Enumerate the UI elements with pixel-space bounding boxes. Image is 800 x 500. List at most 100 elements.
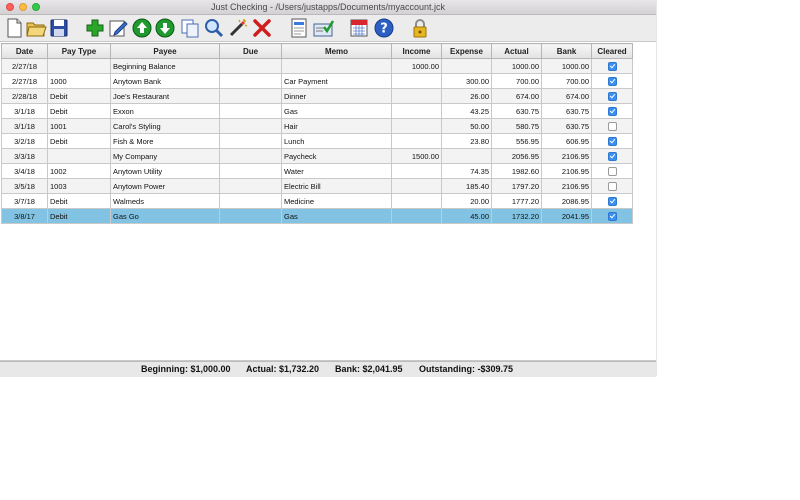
column-header-pay-type[interactable]: Pay Type — [47, 43, 111, 59]
reconcile-button[interactable] — [312, 17, 334, 39]
cell-memo[interactable]: Car Payment — [281, 73, 392, 89]
cell-income[interactable] — [391, 88, 442, 104]
cell-memo[interactable]: Water — [281, 163, 392, 179]
cell-bank[interactable]: 700.00 — [541, 73, 592, 89]
cell-date[interactable]: 3/2/18 — [1, 133, 48, 149]
cell-bank[interactable]: 2106.95 — [541, 163, 592, 179]
column-header-payee[interactable]: Payee — [110, 43, 220, 59]
cleared-checkbox[interactable] — [607, 61, 617, 71]
move-down-button[interactable] — [154, 17, 176, 39]
cell-income[interactable] — [391, 103, 442, 119]
cell-date[interactable]: 3/4/18 — [1, 163, 48, 179]
cell-payee[interactable]: Anytown Bank — [110, 73, 220, 89]
edit-transaction-button[interactable] — [107, 17, 129, 39]
column-header-due[interactable]: Due — [219, 43, 282, 59]
cell-paytype[interactable]: Debit — [47, 133, 111, 149]
calendar-button[interactable] — [348, 17, 370, 39]
table-row[interactable]: 3/1/18 1001 Carol's Styling Hair 50.00 580.75… — [1, 118, 633, 134]
cell-expense[interactable]: 26.00 — [441, 88, 492, 104]
cell-income[interactable] — [391, 133, 442, 149]
table-row[interactable]: 2/27/18 1000 Anytown Bank Car Payment 300.00… — [1, 73, 633, 89]
column-header-income[interactable]: Income — [391, 43, 442, 59]
cell-payee[interactable]: Beginning Balance — [110, 58, 220, 74]
cell-payee[interactable]: Anytown Power — [110, 178, 220, 194]
cell-bank[interactable]: 2086.95 — [541, 193, 592, 209]
cell-bank[interactable]: 630.75 — [541, 103, 592, 119]
cell-bank[interactable]: 630.75 — [541, 118, 592, 134]
cell-paytype[interactable]: 1003 — [47, 178, 111, 194]
cleared-checkbox[interactable] — [607, 106, 617, 116]
cell-payee[interactable]: Anytown Utility — [110, 163, 220, 179]
cell-paytype[interactable] — [47, 58, 111, 74]
cell-expense[interactable]: 74.35 — [441, 163, 492, 179]
cell-bank[interactable]: 2041.95 — [541, 208, 592, 224]
cell-date[interactable]: 2/27/18 — [1, 73, 48, 89]
cell-actual[interactable]: 1000.00 — [491, 58, 542, 74]
title-bar[interactable]: Just Checking - /Users/justapps/Document… — [0, 0, 656, 15]
cell-payee[interactable]: Walmeds — [110, 193, 220, 209]
close-window-button[interactable] — [6, 3, 14, 11]
cleared-checkbox[interactable] — [607, 76, 617, 86]
cell-bank[interactable]: 2106.95 — [541, 148, 592, 164]
table-row[interactable]: 3/1/18 Debit Exxon Gas 43.25 630.75 630.75 — [1, 103, 633, 119]
copy-button[interactable] — [179, 17, 201, 39]
minimize-window-button[interactable] — [19, 3, 27, 11]
cleared-checkbox[interactable] — [607, 211, 617, 221]
cell-actual[interactable]: 1777.20 — [491, 193, 542, 209]
cell-bank[interactable]: 2106.95 — [541, 178, 592, 194]
cleared-checkbox[interactable] — [607, 181, 617, 191]
cell-memo[interactable]: Gas — [281, 208, 392, 224]
cell-income[interactable]: 1000.00 — [391, 58, 442, 74]
magic-wand-button[interactable] — [227, 17, 249, 39]
cell-paytype[interactable]: 1000 — [47, 73, 111, 89]
table-row[interactable]: 2/28/18 Debit Joe's Restaurant Dinner 26.00 6… — [1, 88, 633, 104]
cell-paytype[interactable]: 1001 — [47, 118, 111, 134]
cell-income[interactable] — [391, 118, 442, 134]
cell-expense[interactable]: 45.00 — [441, 208, 492, 224]
cell-expense[interactable]: 185.40 — [441, 178, 492, 194]
cell-memo[interactable]: Paycheck — [281, 148, 392, 164]
cell-actual[interactable]: 556.95 — [491, 133, 542, 149]
open-folder-button[interactable] — [25, 17, 47, 39]
cell-memo[interactable]: Dinner — [281, 88, 392, 104]
cell-date[interactable]: 3/5/18 — [1, 178, 48, 194]
cell-paytype[interactable] — [47, 148, 111, 164]
cell-paytype[interactable]: Debit — [47, 88, 111, 104]
cell-due[interactable] — [219, 118, 282, 134]
cell-due[interactable] — [219, 88, 282, 104]
column-header-cleared[interactable]: Cleared — [591, 43, 633, 59]
find-button[interactable] — [203, 17, 225, 39]
cell-income[interactable] — [391, 208, 442, 224]
cell-payee[interactable]: Fish & More — [110, 133, 220, 149]
cell-payee[interactable]: Exxon — [110, 103, 220, 119]
add-transaction-button[interactable] — [84, 17, 106, 39]
cleared-checkbox[interactable] — [607, 121, 617, 131]
table-row[interactable]: 2/27/18 Beginning Balance 1000.00 1000.00 10… — [1, 58, 633, 74]
cell-memo[interactable]: Lunch — [281, 133, 392, 149]
cell-actual[interactable]: 700.00 — [491, 73, 542, 89]
cell-due[interactable] — [219, 58, 282, 74]
cell-memo[interactable] — [281, 58, 392, 74]
cell-expense[interactable]: 50.00 — [441, 118, 492, 134]
cell-paytype[interactable]: 1002 — [47, 163, 111, 179]
cell-date[interactable]: 3/3/18 — [1, 148, 48, 164]
cell-income[interactable] — [391, 193, 442, 209]
cell-due[interactable] — [219, 208, 282, 224]
cell-actual[interactable]: 1732.20 — [491, 208, 542, 224]
cell-due[interactable] — [219, 73, 282, 89]
cell-actual[interactable]: 580.75 — [491, 118, 542, 134]
cell-date[interactable]: 3/8/17 — [1, 208, 48, 224]
cleared-checkbox[interactable] — [607, 196, 617, 206]
cell-payee[interactable]: Joe's Restaurant — [110, 88, 220, 104]
cell-actual[interactable]: 2056.95 — [491, 148, 542, 164]
cell-memo[interactable]: Gas — [281, 103, 392, 119]
cell-income[interactable] — [391, 73, 442, 89]
cell-due[interactable] — [219, 148, 282, 164]
move-up-button[interactable] — [131, 17, 153, 39]
cell-actual[interactable]: 1982.60 — [491, 163, 542, 179]
cell-memo[interactable]: Medicine — [281, 193, 392, 209]
cell-date[interactable]: 3/1/18 — [1, 118, 48, 134]
cell-date[interactable]: 3/7/18 — [1, 193, 48, 209]
cell-income[interactable]: 1500.00 — [391, 148, 442, 164]
cell-expense[interactable] — [441, 58, 492, 74]
